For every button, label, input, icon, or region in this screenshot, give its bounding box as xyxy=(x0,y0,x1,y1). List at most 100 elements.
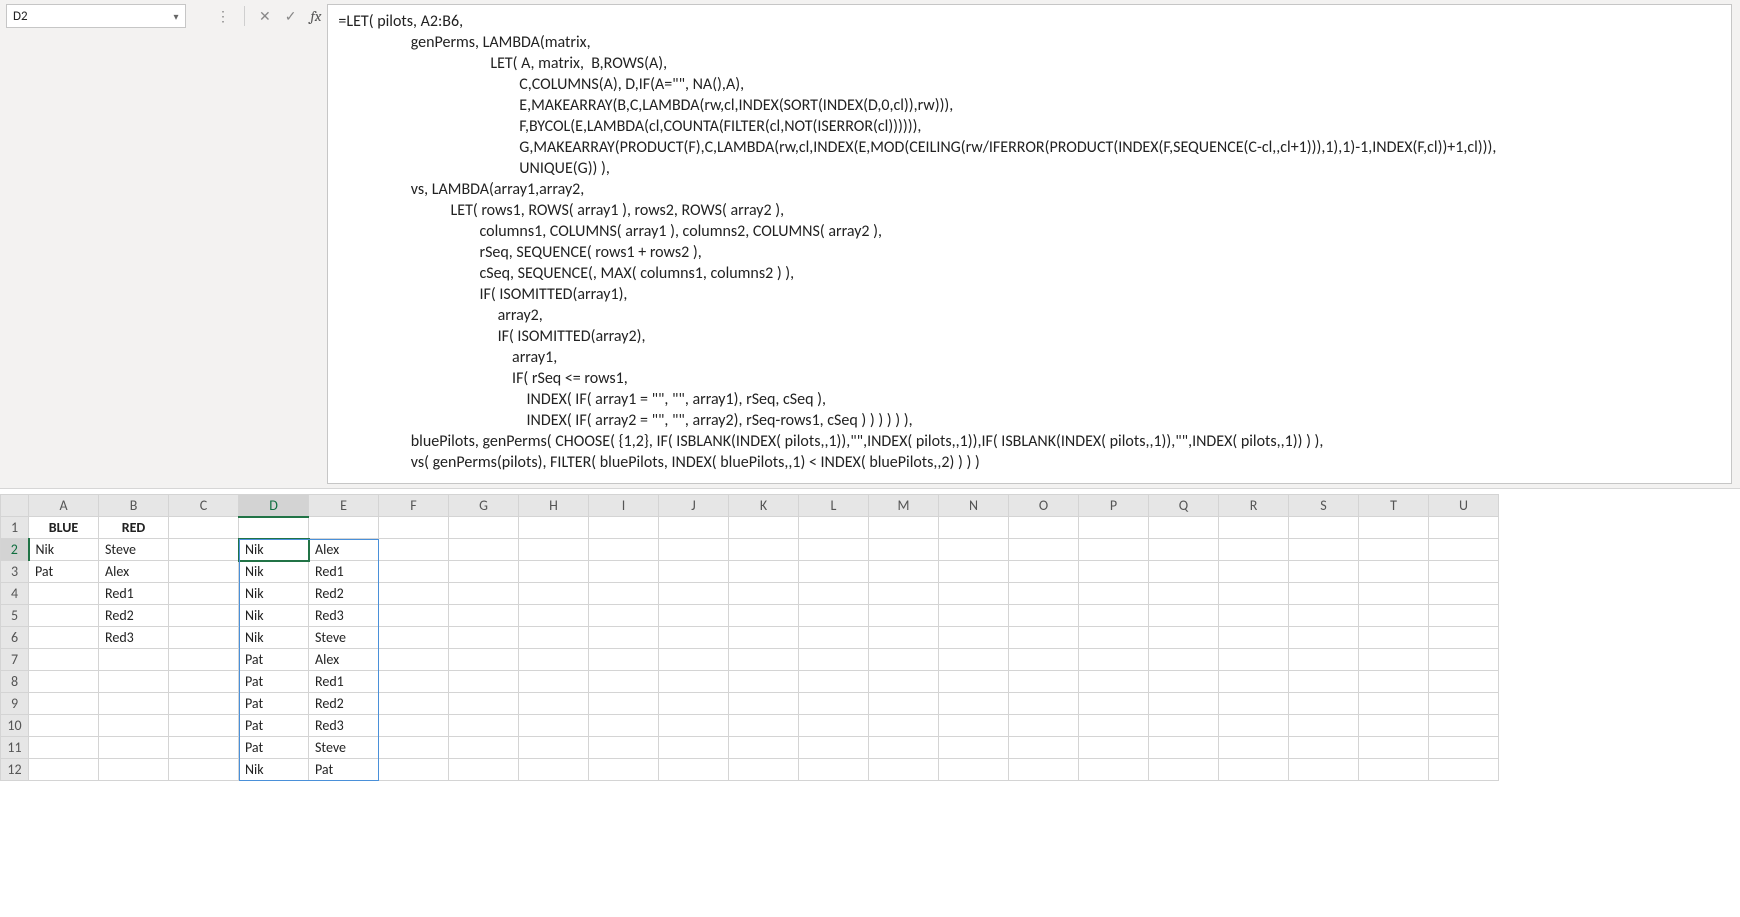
column-header[interactable]: G xyxy=(449,495,519,517)
cell[interactable] xyxy=(589,583,659,605)
cell[interactable] xyxy=(519,561,589,583)
column-header[interactable]: R xyxy=(1219,495,1289,517)
cancel-icon[interactable]: ✕ xyxy=(259,8,271,25)
cell[interactable] xyxy=(1359,539,1429,561)
cell[interactable] xyxy=(869,737,939,759)
cell[interactable] xyxy=(1079,605,1149,627)
row-header[interactable]: 4 xyxy=(1,583,29,605)
column-header[interactable]: B xyxy=(99,495,169,517)
cell[interactable] xyxy=(729,605,799,627)
cell[interactable] xyxy=(589,561,659,583)
cell[interactable] xyxy=(1079,737,1149,759)
cell[interactable] xyxy=(659,627,729,649)
cell[interactable] xyxy=(169,627,239,649)
cell[interactable] xyxy=(449,649,519,671)
cell[interactable] xyxy=(379,583,449,605)
cell[interactable] xyxy=(1429,627,1499,649)
cell[interactable] xyxy=(1219,737,1289,759)
cell[interactable] xyxy=(729,539,799,561)
cell[interactable] xyxy=(1219,517,1289,539)
cell[interactable] xyxy=(29,649,99,671)
cell[interactable] xyxy=(799,517,869,539)
cell[interactable]: Nik xyxy=(29,539,99,561)
cell[interactable] xyxy=(1219,671,1289,693)
cell[interactable] xyxy=(169,671,239,693)
cell[interactable] xyxy=(659,539,729,561)
cell[interactable] xyxy=(799,693,869,715)
cell[interactable] xyxy=(1359,517,1429,539)
cell[interactable] xyxy=(379,737,449,759)
cell[interactable] xyxy=(309,517,379,539)
cell[interactable] xyxy=(799,649,869,671)
cell[interactable]: Red2 xyxy=(309,693,379,715)
cell[interactable] xyxy=(659,671,729,693)
cell[interactable] xyxy=(449,517,519,539)
row-header[interactable]: 10 xyxy=(1,715,29,737)
cell[interactable] xyxy=(1359,627,1429,649)
column-header[interactable]: C xyxy=(169,495,239,517)
cell[interactable]: Nik xyxy=(239,627,309,649)
cell[interactable] xyxy=(1359,649,1429,671)
cell[interactable] xyxy=(1289,627,1359,649)
cell[interactable] xyxy=(1219,759,1289,781)
cell[interactable] xyxy=(1149,561,1219,583)
cell[interactable]: Red3 xyxy=(99,627,169,649)
cell[interactable] xyxy=(659,715,729,737)
cell[interactable] xyxy=(799,671,869,693)
cell[interactable] xyxy=(869,605,939,627)
cell[interactable] xyxy=(1289,605,1359,627)
cell[interactable] xyxy=(799,715,869,737)
cell[interactable]: Nik xyxy=(239,583,309,605)
cell[interactable] xyxy=(939,561,1009,583)
cell[interactable] xyxy=(1149,715,1219,737)
name-box[interactable]: D2 ▾ xyxy=(6,4,186,28)
row-header[interactable]: 6 xyxy=(1,627,29,649)
cell[interactable]: Nik xyxy=(239,539,309,561)
cell[interactable] xyxy=(1359,671,1429,693)
cell[interactable] xyxy=(1289,539,1359,561)
cell[interactable]: Pat xyxy=(239,715,309,737)
cell[interactable] xyxy=(939,605,1009,627)
cell[interactable] xyxy=(379,759,449,781)
cell[interactable] xyxy=(869,561,939,583)
cell[interactable]: Steve xyxy=(309,737,379,759)
cell[interactable] xyxy=(799,605,869,627)
cell[interactable] xyxy=(1009,737,1079,759)
cell[interactable] xyxy=(869,715,939,737)
cell[interactable]: BLUE xyxy=(29,517,99,539)
cell[interactable] xyxy=(169,605,239,627)
column-header[interactable]: K xyxy=(729,495,799,517)
row-header[interactable]: 8 xyxy=(1,671,29,693)
cell[interactable] xyxy=(799,561,869,583)
column-header[interactable]: Q xyxy=(1149,495,1219,517)
cell[interactable] xyxy=(1429,605,1499,627)
cell[interactable] xyxy=(29,627,99,649)
row-header[interactable]: 11 xyxy=(1,737,29,759)
cell[interactable] xyxy=(449,583,519,605)
cell[interactable] xyxy=(1079,759,1149,781)
cell[interactable] xyxy=(589,605,659,627)
cell[interactable]: Pat xyxy=(29,561,99,583)
cell[interactable] xyxy=(1079,693,1149,715)
cell[interactable] xyxy=(1359,693,1429,715)
cell[interactable] xyxy=(169,517,239,539)
cell[interactable] xyxy=(1079,627,1149,649)
column-header[interactable]: T xyxy=(1359,495,1429,517)
cell[interactable] xyxy=(799,759,869,781)
cell[interactable] xyxy=(99,737,169,759)
cell[interactable] xyxy=(1359,715,1429,737)
cell[interactable] xyxy=(729,759,799,781)
cell[interactable] xyxy=(449,627,519,649)
cell[interactable] xyxy=(589,539,659,561)
cell[interactable] xyxy=(869,649,939,671)
cell[interactable] xyxy=(379,649,449,671)
cell[interactable] xyxy=(169,737,239,759)
cell[interactable] xyxy=(169,649,239,671)
cell[interactable] xyxy=(659,649,729,671)
cell[interactable] xyxy=(449,561,519,583)
cell[interactable]: Red1 xyxy=(309,671,379,693)
row-header[interactable]: 3 xyxy=(1,561,29,583)
cell[interactable] xyxy=(29,605,99,627)
cell[interactable]: Nik xyxy=(239,759,309,781)
formula-input[interactable]: =LET( pilots, A2:B6, genPerms, LAMBDA(ma… xyxy=(327,4,1732,484)
